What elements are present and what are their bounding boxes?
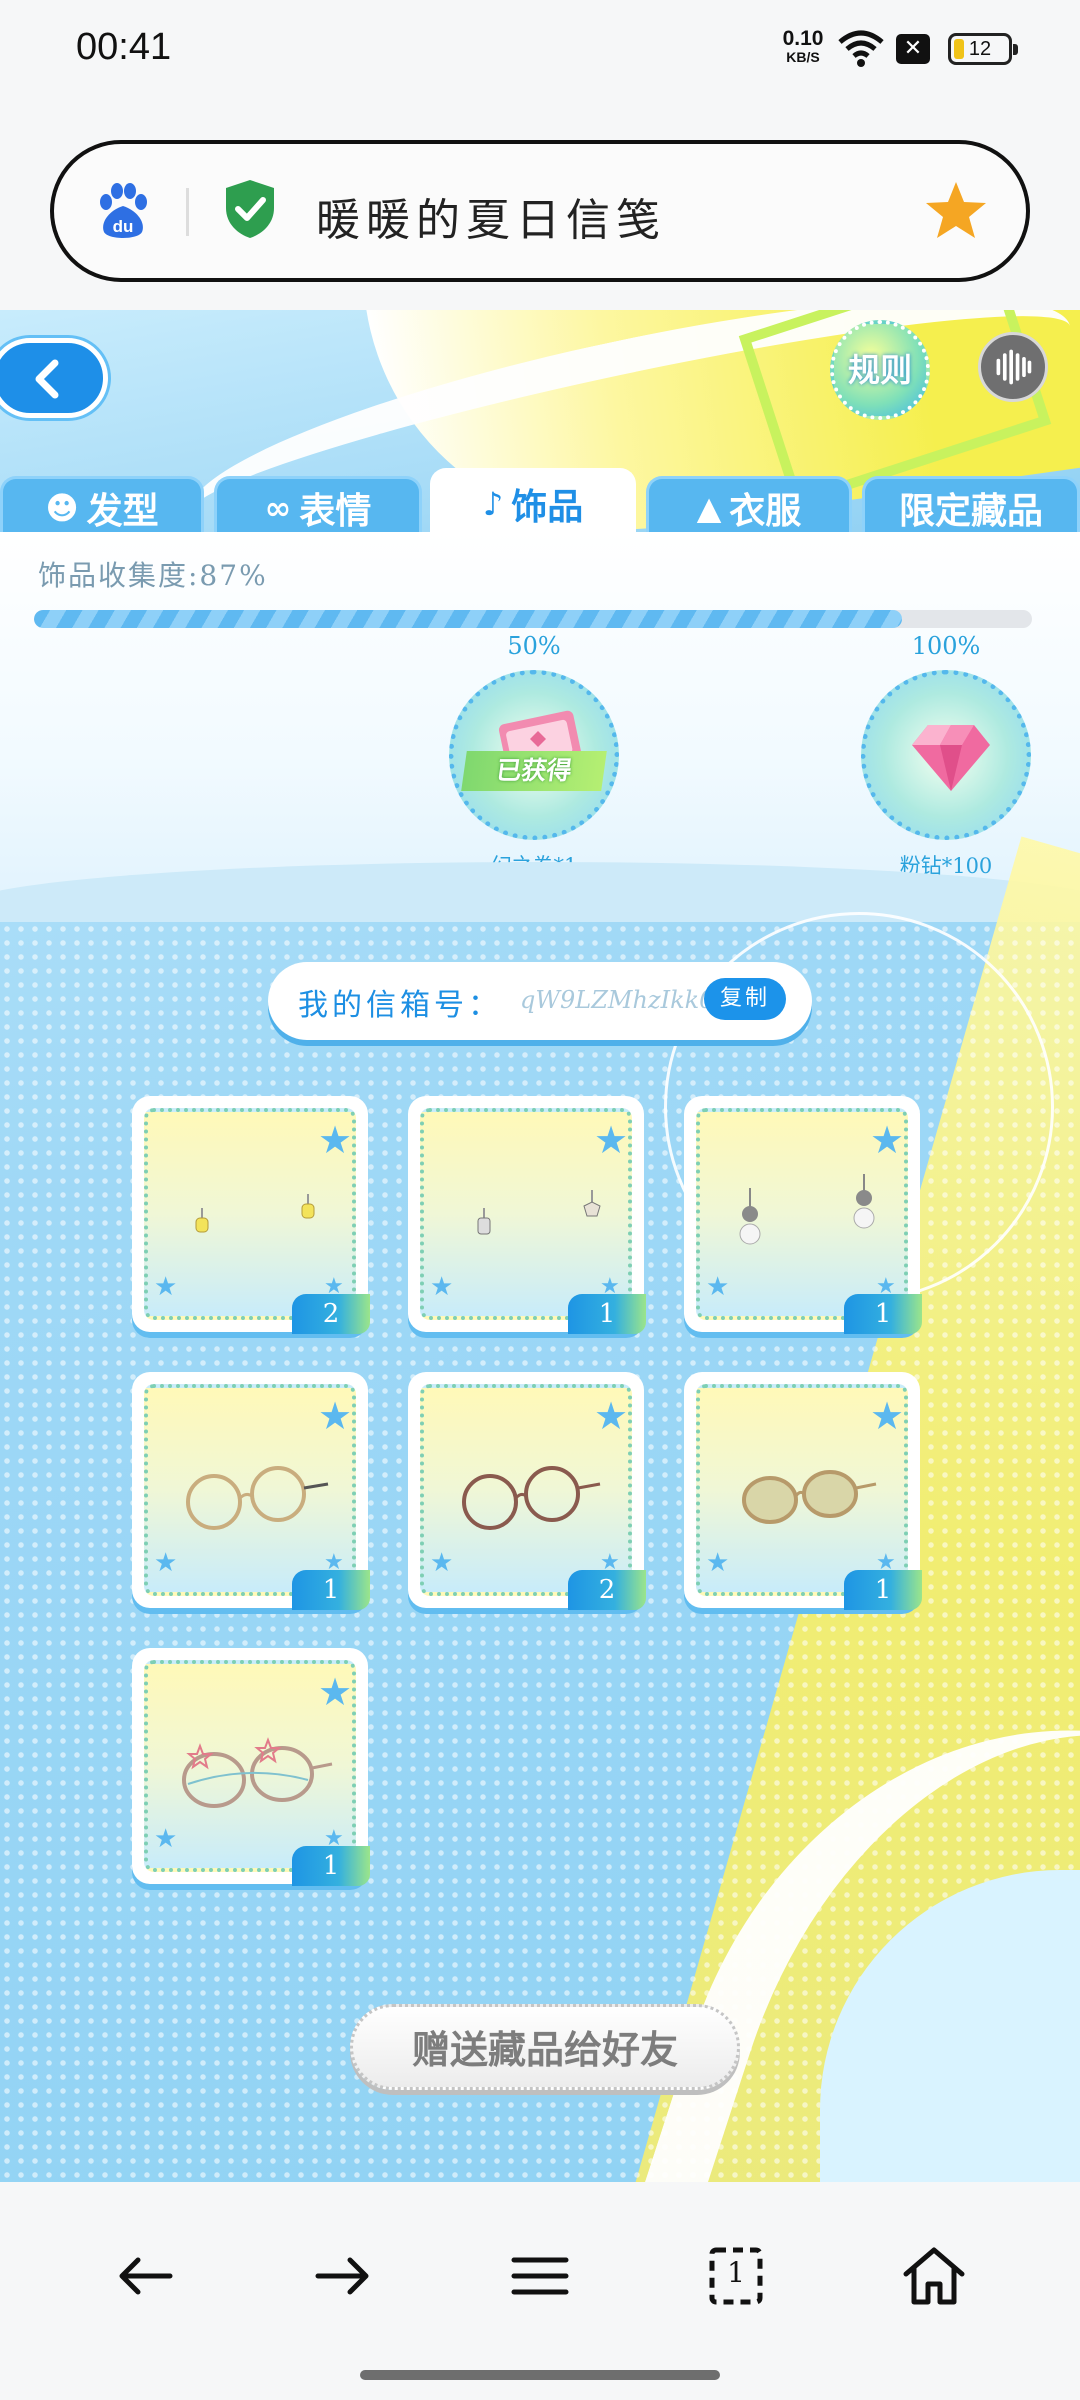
item-card[interactable]: ★ ★ ★ 1: [684, 1372, 922, 1610]
yellow-earrings-icon: [195, 1194, 315, 1233]
mailbox-id-bar: 我的信箱号： qW9LZMhzIkk0 复制: [268, 962, 812, 1040]
tinted-sunglasses-icon: [742, 1470, 877, 1524]
back-button[interactable]: [0, 338, 108, 418]
item-count: 1: [292, 1846, 370, 1886]
address-divider: [186, 188, 189, 236]
tab-hair-label: 发型: [86, 490, 159, 532]
milestone-100[interactable]: 100% 粉钻*100: [846, 632, 1046, 880]
milestone-orb: 已获得: [449, 670, 619, 840]
mailbox-label: 我的信箱号：: [298, 988, 502, 1023]
tabs-icon[interactable]: 1: [700, 2240, 772, 2312]
rules-button[interactable]: 规则: [830, 320, 930, 420]
collection-progress-fill: [34, 610, 903, 628]
item-card[interactable]: ★ ★ ★ 1: [132, 1372, 370, 1610]
wifi-icon: [838, 30, 884, 67]
hat-icon: ▲: [696, 488, 722, 527]
tab-accessories-label: 饰品: [511, 486, 584, 528]
star-earrings-icon: [477, 1190, 601, 1235]
tab-limited[interactable]: 限定藏品: [862, 476, 1080, 532]
gift-to-friend-button[interactable]: 赠送藏品给好友: [350, 2004, 740, 2090]
collection-progress-bar: [34, 610, 1032, 628]
tab-expression[interactable]: ∞ 表情: [214, 476, 422, 532]
forward-arrow-icon[interactable]: [306, 2240, 378, 2312]
item-card[interactable]: ★ ★ ★ 1: [132, 1648, 370, 1886]
audio-icon[interactable]: [978, 332, 1048, 402]
page-title: 暖暖的夏日信笺: [316, 195, 666, 246]
network-speed-value: 0.10: [782, 27, 824, 50]
menu-icon[interactable]: [504, 2240, 576, 2312]
tab-clothes-label: 衣服: [729, 490, 802, 532]
star-icon[interactable]: [924, 178, 988, 242]
game-header: 规则 ☻ 发型 ∞ 表情 ♪ 饰品 ▲ 衣服 限定藏品: [0, 310, 1080, 532]
network-speed-unit: KB/S: [786, 49, 820, 65]
back-arrow-icon[interactable]: [110, 2240, 182, 2312]
item-card[interactable]: ★ ★ ★ 2: [408, 1372, 646, 1610]
battery-level: 12: [968, 38, 992, 60]
tab-accessories[interactable]: ♪ 饰品: [430, 468, 636, 532]
item-count: 2: [568, 1570, 646, 1610]
baidu-icon[interactable]: du: [92, 180, 154, 242]
chevron-left-icon: [35, 359, 59, 399]
milestone-pct: 100%: [911, 632, 981, 660]
item-count: 1: [568, 1294, 646, 1334]
battery-icon: 12: [948, 33, 1018, 65]
copy-button[interactable]: 复制: [704, 978, 786, 1020]
item-card[interactable]: ★ ★ ★ 2: [132, 1096, 370, 1334]
item-count: 1: [292, 1570, 370, 1610]
collection-progress-label: 饰品收集度:87%: [38, 559, 268, 592]
tab-clothes[interactable]: ▲ 衣服: [646, 476, 852, 532]
milestone-orb: [861, 670, 1031, 840]
address-bar[interactable]: du 暖暖的夏日信笺: [50, 140, 1030, 282]
pearl-earrings-icon: [739, 1174, 875, 1245]
svg-text:du: du: [113, 217, 134, 236]
category-tabs: ☻ 发型 ∞ 表情 ♪ 饰品 ▲ 衣服 限定藏品: [0, 468, 1080, 532]
tab-expression-label: 表情: [299, 490, 372, 532]
milestone-reward: 幻之券*1: [490, 854, 578, 878]
hair-icon: ☻: [45, 488, 79, 527]
item-count: 1: [844, 1294, 922, 1334]
gem-icon: [912, 725, 990, 791]
milestone-50[interactable]: 50% 已获得 幻之券*1: [434, 632, 634, 880]
gold-round-glasses-icon: [186, 1466, 329, 1530]
mailbox-code: qW9LZMhzIkk0: [520, 986, 715, 1014]
obtained-badge: 已获得: [461, 751, 607, 791]
tab-limited-label: 限定藏品: [898, 490, 1043, 532]
home-icon[interactable]: [898, 2240, 970, 2312]
tab-count: 1: [727, 2256, 745, 2289]
brown-round-glasses-icon: [462, 1466, 601, 1530]
home-indicator[interactable]: [360, 2370, 720, 2380]
mask-icon: ∞: [264, 488, 292, 527]
network-speed: 0.10 KB/S: [778, 27, 828, 66]
collection-progress-panel: 饰品收集度:87% 50% 已获得 幻之券*1 100% 粉钻*100: [0, 532, 1080, 922]
shield-check-icon[interactable]: [222, 178, 278, 240]
browser-bottom-nav: 1: [0, 2182, 1080, 2400]
item-card[interactable]: ★ ★ ★ 1: [408, 1096, 646, 1334]
item-count: 1: [844, 1570, 922, 1610]
earring-icon: ♪: [482, 484, 504, 523]
item-card[interactable]: ★ ★ ★ 1: [684, 1096, 922, 1334]
status-time: 00:41: [76, 26, 172, 68]
game-view: 规则 ☻ 发型 ∞ 表情 ♪ 饰品 ▲ 衣服 限定藏品 饰品收集度:87% 50…: [0, 310, 1080, 2182]
status-bar: 00:41 0.10 KB/S ✕ 12: [0, 0, 1080, 100]
star-glasses-icon: [182, 1737, 333, 1808]
milestone-pct: 50%: [507, 632, 561, 660]
item-count: 2: [292, 1294, 370, 1334]
sim-icon: ✕: [896, 34, 930, 64]
tab-hair[interactable]: ☻ 发型: [0, 476, 204, 532]
